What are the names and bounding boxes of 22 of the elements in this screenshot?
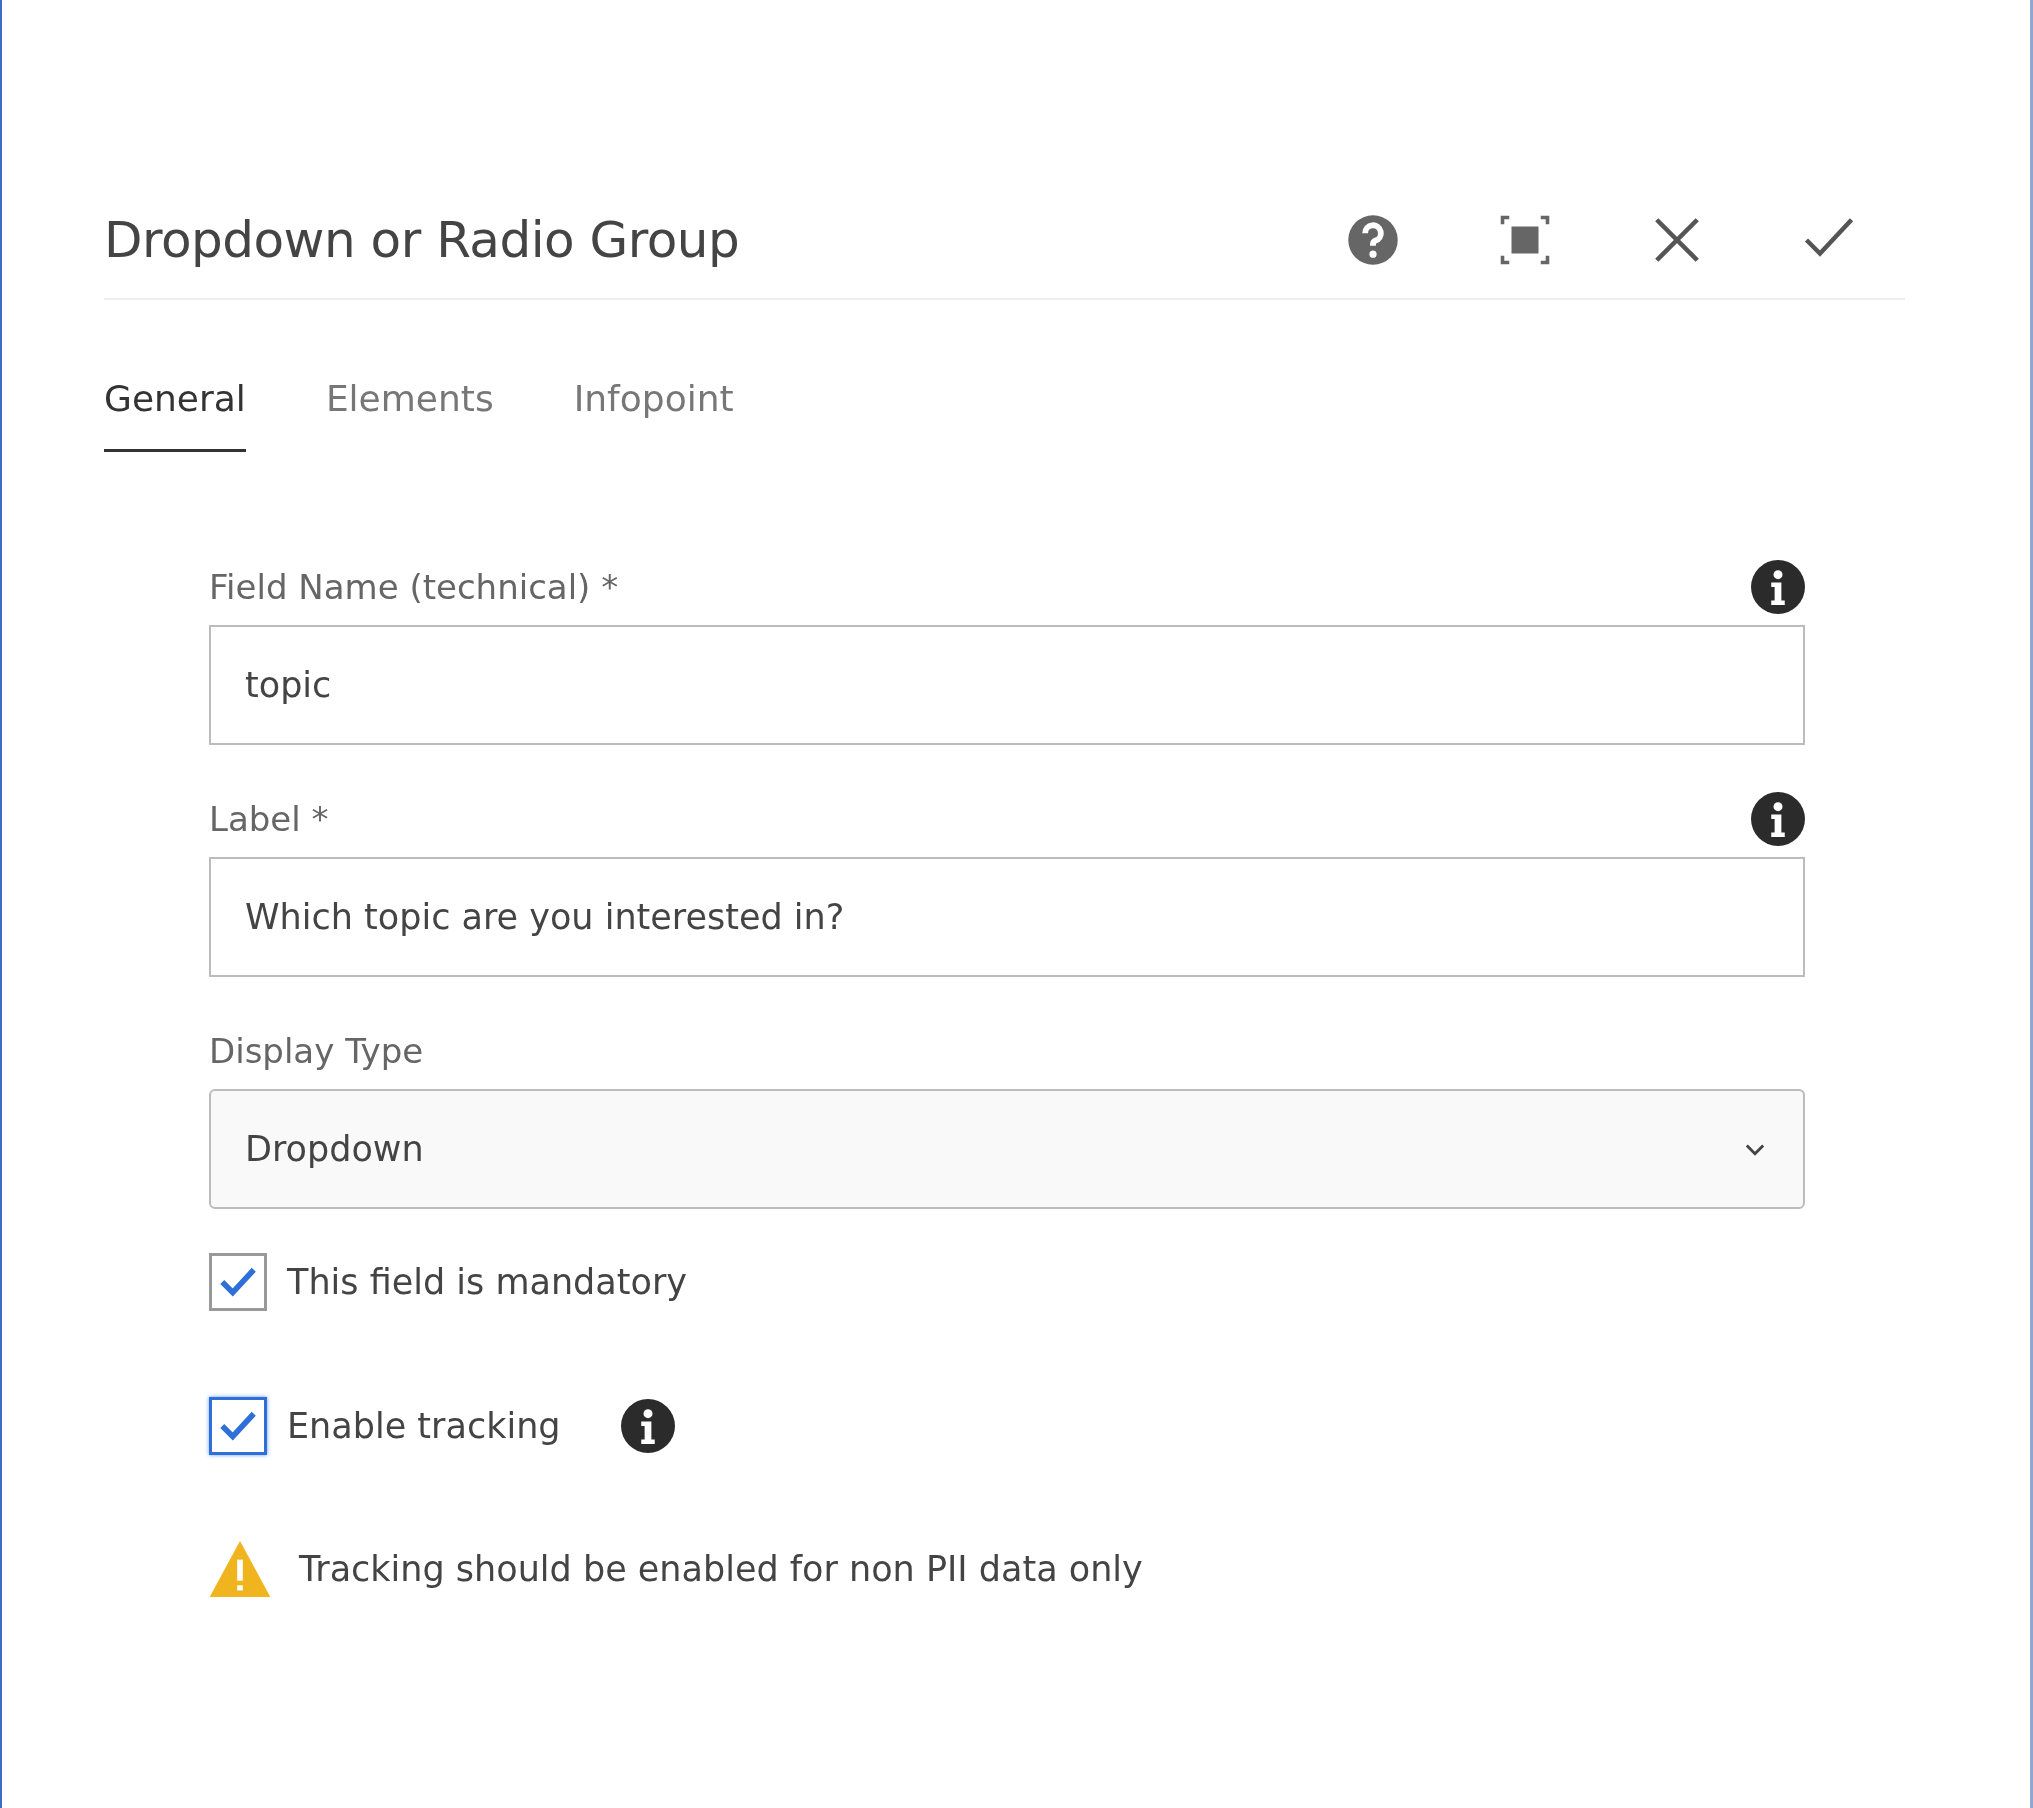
checkbox-label: Enable tracking	[287, 1406, 561, 1446]
field-label: Label *	[209, 799, 329, 839]
checkbox-label: This field is mandatory	[287, 1262, 687, 1302]
warning-icon	[209, 1541, 271, 1597]
tab[interactable]: Elements	[325, 378, 494, 452]
warning-text: Tracking should be enabled for non PII data only	[299, 1549, 1143, 1589]
info-icon[interactable]	[1751, 560, 1805, 614]
dialog-title: Dropdown or Radio Group	[104, 211, 741, 269]
field-label: Display Type	[209, 1031, 424, 1071]
text-input-field[interactable]: topic	[209, 625, 1805, 745]
dropdown-field[interactable]: Dropdown	[209, 1089, 1805, 1209]
fullscreen-icon	[1498, 213, 1552, 267]
info-icon[interactable]	[620, 1399, 675, 1453]
tab[interactable]: Infopoint	[573, 378, 734, 452]
tab[interactable]: General	[104, 378, 246, 452]
dropdown-value: Dropdown	[245, 1129, 424, 1169]
info-icon[interactable]	[1751, 792, 1805, 846]
help-icon	[1346, 213, 1400, 267]
field-label: Field Name (technical) *	[209, 567, 619, 607]
checkbox[interactable]	[209, 1397, 267, 1455]
text-input-field[interactable]: Which topic are you interested in?	[209, 857, 1805, 977]
checkbox[interactable]	[209, 1253, 267, 1311]
